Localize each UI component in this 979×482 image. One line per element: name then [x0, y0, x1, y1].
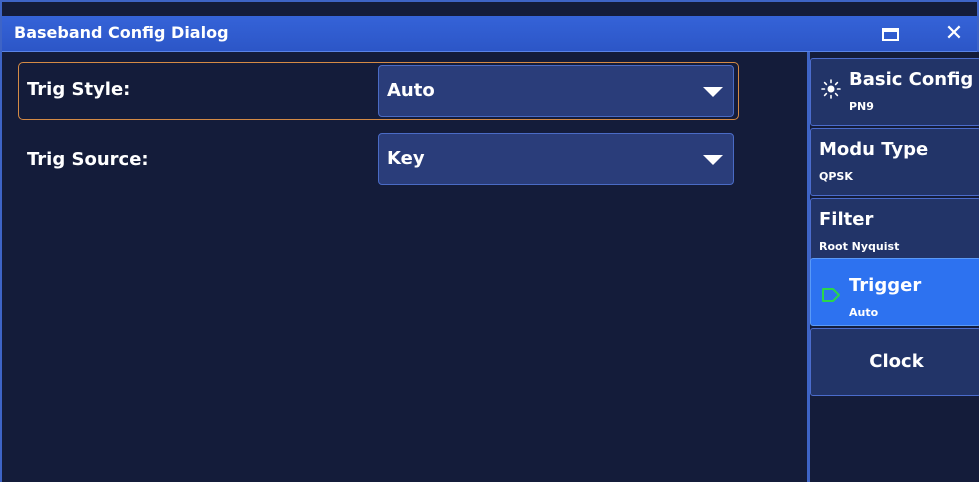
sidebar-item-subtitle: QPSK — [819, 170, 853, 183]
trig-source-row[interactable]: Trig Source: Key — [18, 132, 739, 190]
trig-style-dropdown[interactable]: Auto — [378, 65, 734, 117]
trig-style-value: Auto — [387, 80, 435, 101]
trig-style-label: Trig Style: — [27, 79, 131, 100]
dropdown-arrow-icon — [703, 155, 723, 165]
trig-source-value: Key — [387, 148, 425, 169]
sidebar-item-label: Filter — [819, 209, 874, 230]
trig-style-row[interactable]: Trig Style: Auto — [18, 62, 739, 120]
sidebar-item-label: Clock — [869, 351, 924, 372]
dropdown-arrow-icon — [703, 87, 723, 97]
window-title: Baseband Config Dialog — [14, 23, 229, 42]
maximize-button[interactable] — [875, 19, 905, 49]
sidebar-item-subtitle: Auto — [849, 306, 879, 319]
trigger-tag-icon — [822, 288, 840, 302]
dialog-window: Baseband Config Dialog ✕ Trig Style: Aut… — [0, 0, 979, 482]
trig-source-dropdown[interactable]: Key — [378, 133, 734, 185]
close-button[interactable]: ✕ — [939, 19, 969, 49]
maximize-icon — [881, 28, 899, 41]
close-icon: ✕ — [944, 21, 964, 46]
sidebar-item-subtitle: Root Nyquist — [819, 240, 900, 253]
trig-source-label: Trig Source: — [27, 149, 149, 170]
config-panel: Trig Style: Auto Trig Source: Key — [2, 52, 808, 482]
sidebar: Basic Config PN9 Modu Type QPSK Filter R… — [810, 52, 979, 482]
sidebar-item-trigger[interactable]: Trigger Auto — [810, 258, 979, 326]
sidebar-item-label: Basic Config — [849, 69, 974, 90]
sidebar-item-label: Trigger — [849, 275, 922, 296]
sidebar-item-filter[interactable]: Filter Root Nyquist — [810, 198, 979, 266]
title-bar[interactable]: Baseband Config Dialog ✕ — [2, 16, 977, 52]
sidebar-item-subtitle: PN9 — [849, 100, 874, 113]
sidebar-item-clock[interactable]: Clock — [810, 328, 979, 396]
sidebar-item-modu-type[interactable]: Modu Type QPSK — [810, 128, 979, 196]
sun-icon — [821, 79, 841, 99]
sidebar-item-basic-config[interactable]: Basic Config PN9 — [810, 58, 979, 126]
sidebar-item-label: Modu Type — [819, 139, 929, 160]
